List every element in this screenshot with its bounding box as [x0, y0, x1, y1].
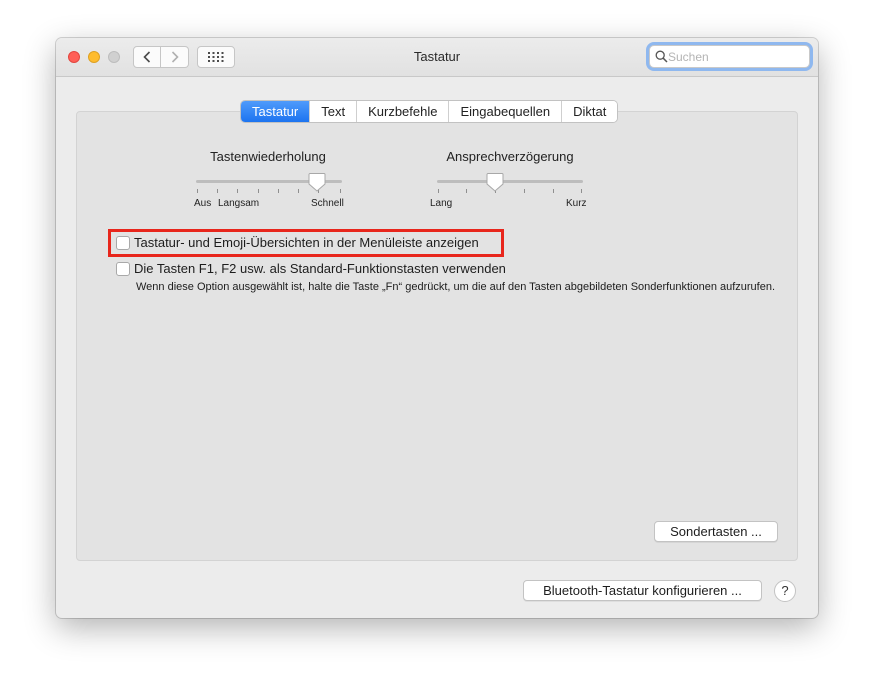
slider-thumb[interactable] [308, 172, 326, 192]
search-icon [655, 50, 668, 63]
key-repeat-min-label: Aus [194, 198, 212, 209]
fn-keys-description: Wenn diese Option ausgewählt ist, halte … [136, 281, 776, 293]
tab-tastatur[interactable]: Tastatur [241, 101, 310, 122]
slider-tick [524, 189, 525, 193]
slider-tick [278, 189, 279, 193]
preferences-window: Tastatur Tastatur Text Kurzbefehle Einga… [56, 38, 818, 618]
annotation-highlight-box [108, 229, 504, 257]
tab-bar: Tastatur Text Kurzbefehle Eingabequellen… [241, 101, 618, 122]
fn-keys-label[interactable]: Die Tasten F1, F2 usw. als Standard-Funk… [134, 261, 506, 276]
slider-tick [438, 189, 439, 193]
search-field[interactable] [649, 45, 810, 68]
slider-tick [237, 189, 238, 193]
tab-eingabequellen[interactable]: Eingabequellen [448, 101, 562, 122]
tab-diktat[interactable]: Diktat [561, 101, 618, 122]
slider-tick [217, 189, 218, 193]
title-bar: Tastatur [56, 38, 818, 77]
slider-tick [466, 189, 467, 193]
modifier-keys-button[interactable]: Sondertasten ... [654, 521, 778, 542]
fn-keys-checkbox[interactable] [116, 262, 130, 276]
slider-tick [197, 189, 198, 193]
slider-thumb[interactable] [486, 172, 504, 192]
slider-tick [340, 189, 341, 193]
search-input[interactable] [668, 48, 804, 65]
slider-tick [298, 189, 299, 193]
slider-tick [258, 189, 259, 193]
delay-label: Ansprechverzögerung [446, 149, 574, 164]
tab-text[interactable]: Text [309, 101, 357, 122]
key-repeat-mid-label: Langsam [218, 198, 260, 209]
help-button[interactable]: ? [774, 580, 796, 602]
key-repeat-label: Tastenwiederholung [210, 149, 326, 164]
slider-track [437, 180, 583, 183]
slider-tick [581, 189, 582, 193]
delay-max-label: Kurz [566, 198, 587, 209]
delay-min-label: Lang [430, 198, 453, 209]
slider-tick [553, 189, 554, 193]
tab-kurzbefehle[interactable]: Kurzbefehle [356, 101, 449, 122]
delay-slider[interactable] [437, 172, 583, 202]
bluetooth-keyboard-button[interactable]: Bluetooth-Tastatur konfigurieren ... [523, 580, 762, 601]
key-repeat-max-label: Schnell [311, 198, 344, 209]
